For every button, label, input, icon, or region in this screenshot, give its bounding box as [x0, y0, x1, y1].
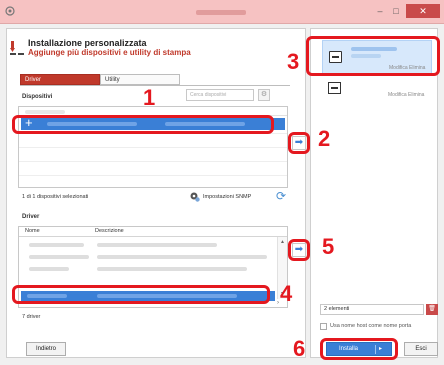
card-actions[interactable]: Modifica Elimina	[388, 92, 424, 98]
callout-highlight-driver	[12, 285, 270, 304]
page-subtitle: Aggiunge più dispositivi e utility di st…	[28, 48, 191, 57]
tab-utility[interactable]: Utility	[100, 74, 180, 85]
tab-divider	[20, 85, 290, 86]
callout-number-4: 4	[280, 281, 293, 306]
tab-driver[interactable]: Driver	[20, 74, 100, 85]
page-title: Installazione personalizzata	[28, 38, 147, 48]
callout-number-1: 1	[143, 85, 156, 110]
snmp-settings-link[interactable]: Impostazioni SNMP	[203, 194, 251, 200]
use-hostname-checkbox[interactable]	[320, 323, 327, 330]
callout-number-6: 6	[293, 336, 306, 361]
callout-highlight-card	[306, 36, 440, 76]
column-header-description[interactable]: Descrizione	[95, 227, 124, 236]
device-card[interactable]: Modifica Elimina	[322, 80, 432, 114]
items-count: 2 elementi	[320, 304, 424, 315]
callout-number-3: 3	[287, 49, 300, 74]
back-button[interactable]: Indietro	[26, 342, 66, 356]
scroll-right-icon[interactable]: ›	[277, 300, 279, 306]
callout-number-5: 5	[322, 234, 335, 259]
drivers-count: 7 driver	[22, 314, 41, 320]
printer-icon	[328, 82, 341, 94]
use-hostname-label: Usa nome host come nome porta	[330, 323, 412, 329]
window-title	[196, 10, 246, 15]
title-bar: – □ ✕	[0, 0, 444, 24]
driver-row[interactable]	[19, 264, 275, 273]
devices-label: Dispositivi	[22, 94, 53, 100]
column-header-name[interactable]: Nome	[25, 227, 40, 236]
search-devices-input[interactable]: Cerca dispositivi	[186, 89, 254, 101]
minimize-button[interactable]: –	[372, 4, 388, 18]
close-button[interactable]: ✕	[406, 4, 440, 18]
custom-install-icon	[10, 41, 24, 55]
refresh-icon[interactable]: ⟳	[276, 190, 286, 202]
callout-number-2: 2	[318, 126, 331, 151]
callout-highlight-install	[320, 338, 398, 360]
callout-highlight-add-device	[288, 132, 310, 154]
driver-row[interactable]	[19, 252, 275, 261]
trash-icon[interactable]: 🗑	[426, 304, 438, 315]
drivers-label: Driver	[22, 214, 40, 220]
tab-bar: Driver Utility	[20, 74, 180, 85]
maximize-button[interactable]: □	[388, 4, 404, 18]
callout-highlight-add-driver	[288, 239, 310, 261]
app-icon	[5, 6, 15, 16]
snmp-settings-icon[interactable]	[190, 192, 200, 202]
search-button[interactable]: ⚙	[258, 89, 270, 101]
devices-selection-count: 1 di 1 dispositivi selezionati	[22, 194, 89, 200]
driver-row[interactable]	[19, 240, 275, 249]
exit-button[interactable]: Esci	[404, 342, 438, 356]
callout-highlight-device	[12, 115, 274, 134]
